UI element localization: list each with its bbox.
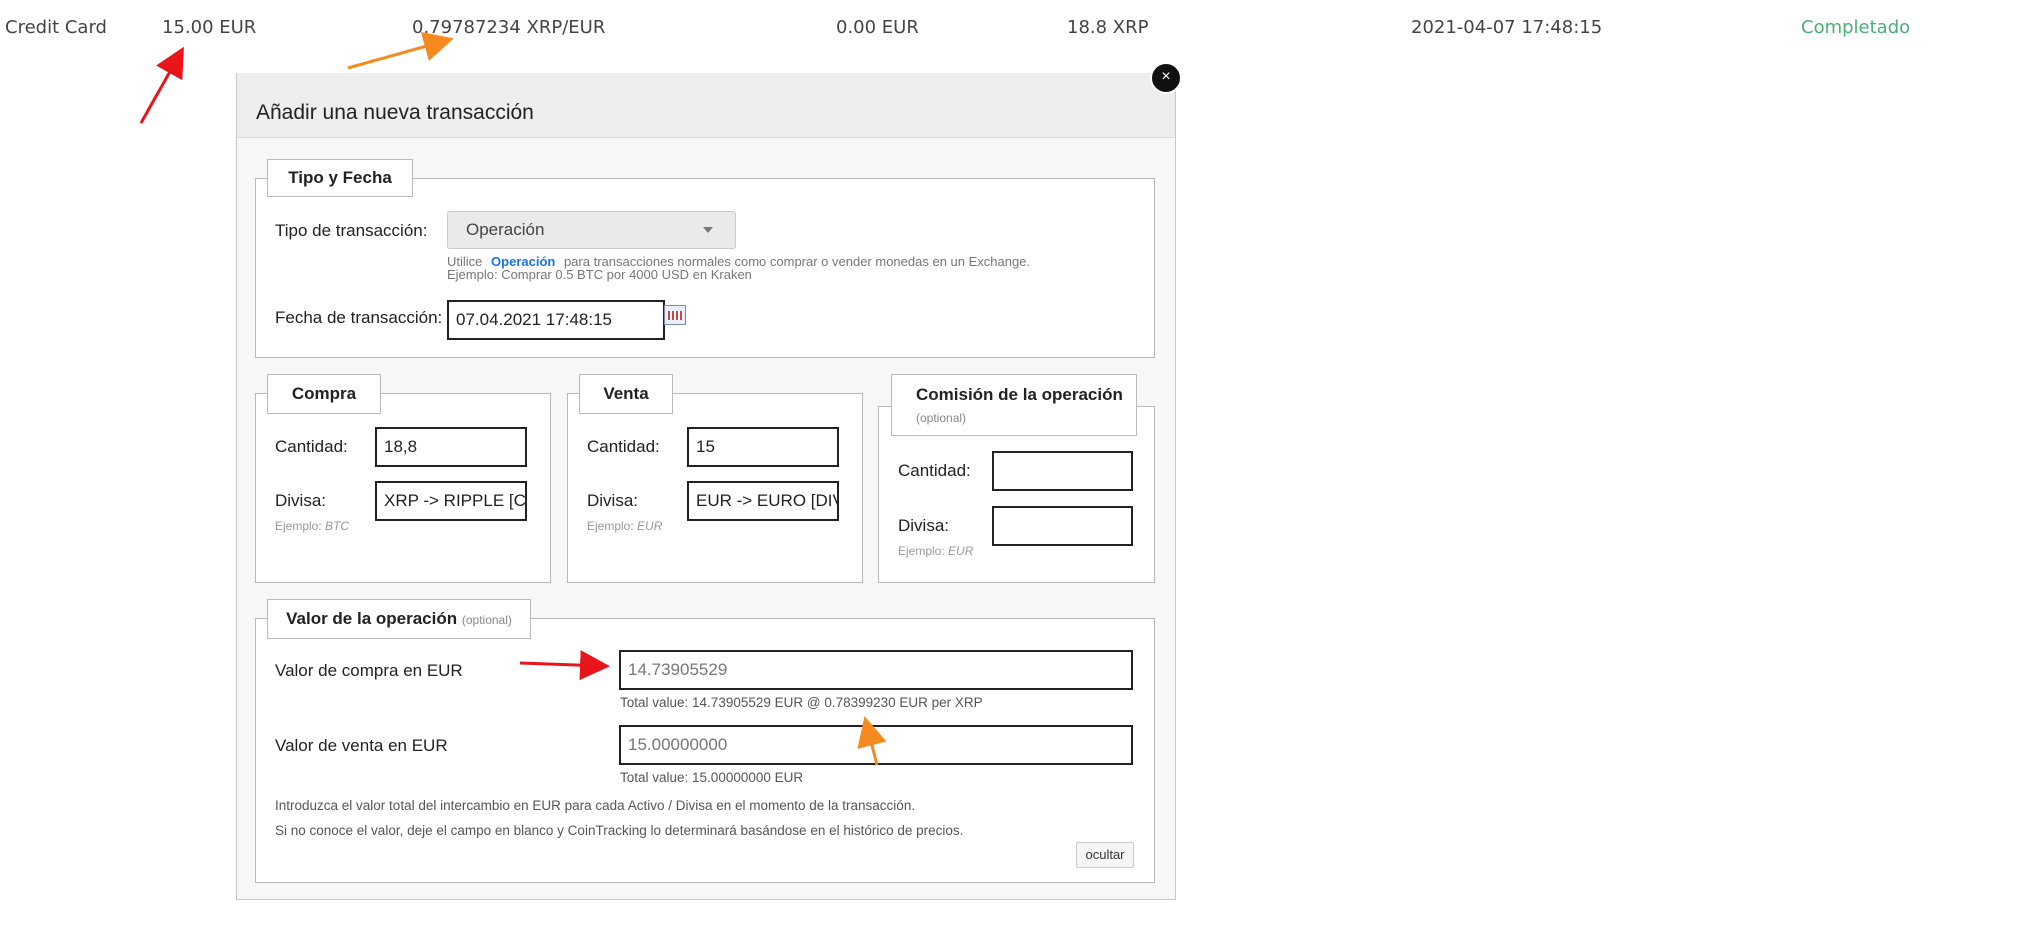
red-arrow-amount xyxy=(139,46,184,124)
orange-arrow-rate-note xyxy=(857,716,887,766)
orange-arrow-rate xyxy=(347,32,454,70)
red-arrow-valor-compra xyxy=(519,650,610,681)
annotation-arrows xyxy=(139,32,887,766)
